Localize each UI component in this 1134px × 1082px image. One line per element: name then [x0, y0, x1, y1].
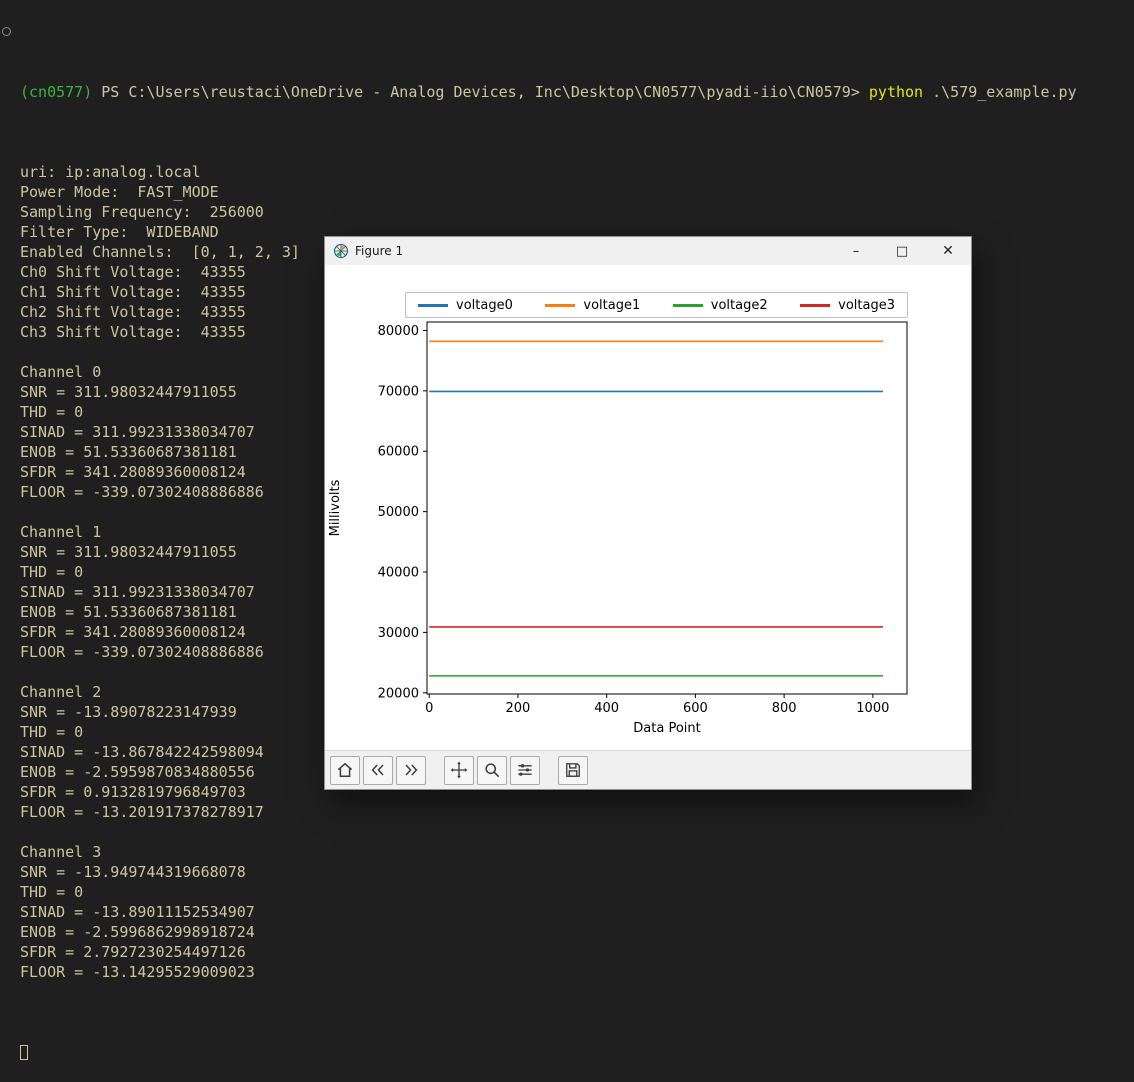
save-icon	[566, 763, 580, 777]
legend-line-sample	[800, 303, 831, 307]
legend-item: voltage0	[418, 298, 513, 313]
figure-canvas[interactable]: voltage0 voltage1 voltage2 voltage3 20000 30…	[325, 265, 971, 750]
home-button[interactable]	[330, 755, 360, 785]
save-button[interactable]	[558, 755, 588, 785]
prompt-path: PS C:\Users\reustaci\OneDrive - Analog D…	[101, 83, 869, 101]
figure-window: Figure 1 – □ ✕ voltage0 voltage1 voltage2 v…	[325, 237, 971, 789]
legend-item: voltage2	[672, 297, 768, 313]
terminal-line: THD = 0	[20, 883, 84, 901]
zoom-button[interactable]	[477, 755, 507, 785]
command-decoration-icon[interactable]	[2, 27, 11, 36]
terminal-line: SNR = -13.949744319668078	[20, 863, 246, 881]
svg-text:30000: 30000	[378, 626, 419, 641]
forward-icon	[405, 764, 418, 776]
legend-label: voltage2	[710, 297, 768, 313]
plot-svg: 20000 30000 40000 50000 60000 70000 80000 0 200 4…	[328, 321, 908, 736]
terminal-line: FLOOR = -13.201917378278917	[20, 803, 264, 821]
legend-item: voltage1	[545, 298, 640, 313]
svg-text:70000: 70000	[378, 384, 419, 399]
matplotlib-icon	[333, 243, 349, 259]
back-icon	[371, 764, 384, 776]
svg-text:60000: 60000	[378, 445, 419, 460]
svg-text:80000: 80000	[378, 324, 419, 339]
command-argument: .\579_example.py	[932, 83, 1077, 101]
svg-text:200: 200	[506, 701, 531, 716]
configure-subplots-button[interactable]	[510, 755, 540, 785]
svg-text:600: 600	[683, 701, 708, 716]
svg-text:Millivolts: Millivolts	[328, 479, 343, 536]
back-button[interactable]	[363, 755, 393, 785]
sliders-icon	[518, 764, 532, 776]
terminal-line: Channel 3	[20, 843, 102, 861]
svg-text:40000: 40000	[378, 566, 419, 581]
venv-prefix: (cn0577)	[20, 83, 102, 101]
terminal-line: SFDR = 2.7927230254497126	[20, 943, 246, 961]
terminal-line: SINAD = -13.89011152534907	[20, 903, 255, 921]
terminal-line: ENOB = -2.5996862998918724	[20, 923, 255, 941]
legend-line-sample	[672, 303, 703, 307]
terminal-line: FLOOR = -13.14295529009023	[20, 963, 255, 981]
window-titlebar[interactable]: Figure 1 – □ ✕	[325, 237, 971, 265]
svg-text:0: 0	[425, 701, 433, 716]
home-icon	[337, 762, 353, 777]
terminal-line: Power Mode: FAST_MODE	[20, 183, 219, 201]
cursor-line	[20, 1042, 1134, 1062]
svg-text:20000: 20000	[378, 686, 419, 701]
svg-text:400: 400	[594, 701, 619, 716]
pan-button[interactable]	[444, 755, 474, 785]
zoom-icon	[485, 763, 500, 778]
terminal-line: uri: ip:analog.local	[20, 163, 201, 181]
svg-text:50000: 50000	[378, 505, 419, 520]
pan-icon	[450, 761, 468, 779]
svg-text:1000: 1000	[856, 701, 889, 716]
svg-text:800: 800	[772, 701, 797, 716]
close-button[interactable]: ✕	[925, 237, 971, 265]
svg-text:Data Point: Data Point	[633, 721, 700, 736]
plot-legend: voltage0 voltage1 voltage2 voltage3	[405, 292, 908, 318]
legend-line-sample	[545, 303, 576, 307]
legend-line-sample	[418, 303, 448, 307]
minimize-button[interactable]: –	[833, 237, 879, 265]
legend-label: voltage0	[456, 297, 513, 313]
maximize-button[interactable]: □	[879, 237, 925, 265]
command-text: python	[868, 83, 933, 101]
legend-label: voltage3	[838, 297, 895, 313]
legend-item: voltage3	[800, 298, 895, 313]
forward-button[interactable]	[396, 755, 426, 785]
terminal-line: Sampling Frequency: 256000	[20, 203, 264, 221]
mpl-toolbar	[325, 750, 971, 789]
prompt-line: (cn0577) PS C:\Users\reustaci\OneDrive -…	[20, 82, 1134, 102]
terminal-cursor	[20, 1045, 28, 1060]
legend-label: voltage1	[583, 297, 641, 313]
window-title: Figure 1	[355, 244, 404, 258]
